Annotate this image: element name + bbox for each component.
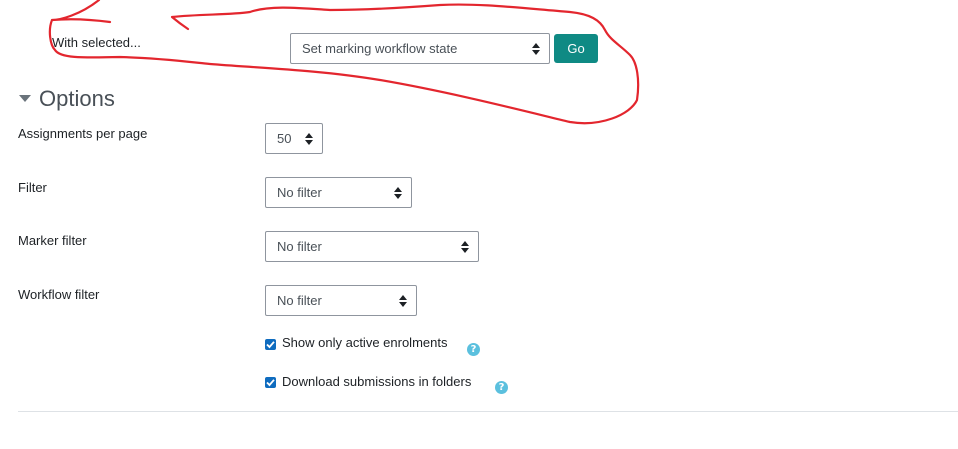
- assignments-per-page-label: Assignments per page: [18, 126, 148, 141]
- section-divider: [18, 411, 958, 412]
- checkmark-icon: [266, 341, 275, 349]
- workflow-filter-value: No filter: [277, 293, 322, 308]
- go-button[interactable]: Go: [554, 34, 598, 63]
- marker-filter-select[interactable]: No filter: [265, 231, 479, 262]
- workflow-filter-select[interactable]: No filter: [265, 285, 417, 316]
- bulk-action-select-value: Set marking workflow state: [302, 41, 458, 56]
- select-arrows-icon: [399, 294, 407, 307]
- bulk-action-select[interactable]: Set marking workflow state: [290, 33, 550, 64]
- filter-label: Filter: [18, 180, 47, 195]
- select-arrows-icon: [532, 42, 540, 55]
- marker-filter-label: Marker filter: [18, 233, 87, 248]
- download-folders-label[interactable]: Download submissions in folders: [282, 374, 471, 389]
- red-annotation-scribble: [48, 0, 640, 125]
- select-arrows-icon: [461, 240, 469, 253]
- select-arrows-icon: [305, 132, 313, 145]
- download-folders-checkbox[interactable]: [265, 377, 276, 388]
- workflow-filter-label: Workflow filter: [18, 287, 100, 302]
- with-selected-label: With selected...: [52, 35, 141, 50]
- active-enrolments-label[interactable]: Show only active enrolments: [282, 335, 447, 350]
- assignments-per-page-select[interactable]: 50: [265, 123, 323, 154]
- active-enrolments-checkbox[interactable]: [265, 339, 276, 350]
- filter-select[interactable]: No filter: [265, 177, 412, 208]
- assignments-per-page-value: 50: [277, 131, 292, 146]
- options-toggle[interactable]: Options: [19, 86, 115, 112]
- help-question-icon[interactable]: ?: [467, 343, 480, 356]
- help-question-icon[interactable]: ?: [495, 381, 508, 394]
- options-heading: Options: [39, 86, 115, 111]
- select-arrows-icon: [394, 186, 402, 199]
- filter-value: No filter: [277, 185, 322, 200]
- checkmark-icon: [266, 379, 275, 387]
- marker-filter-value: No filter: [277, 239, 322, 254]
- collapse-caret-icon: [19, 95, 31, 102]
